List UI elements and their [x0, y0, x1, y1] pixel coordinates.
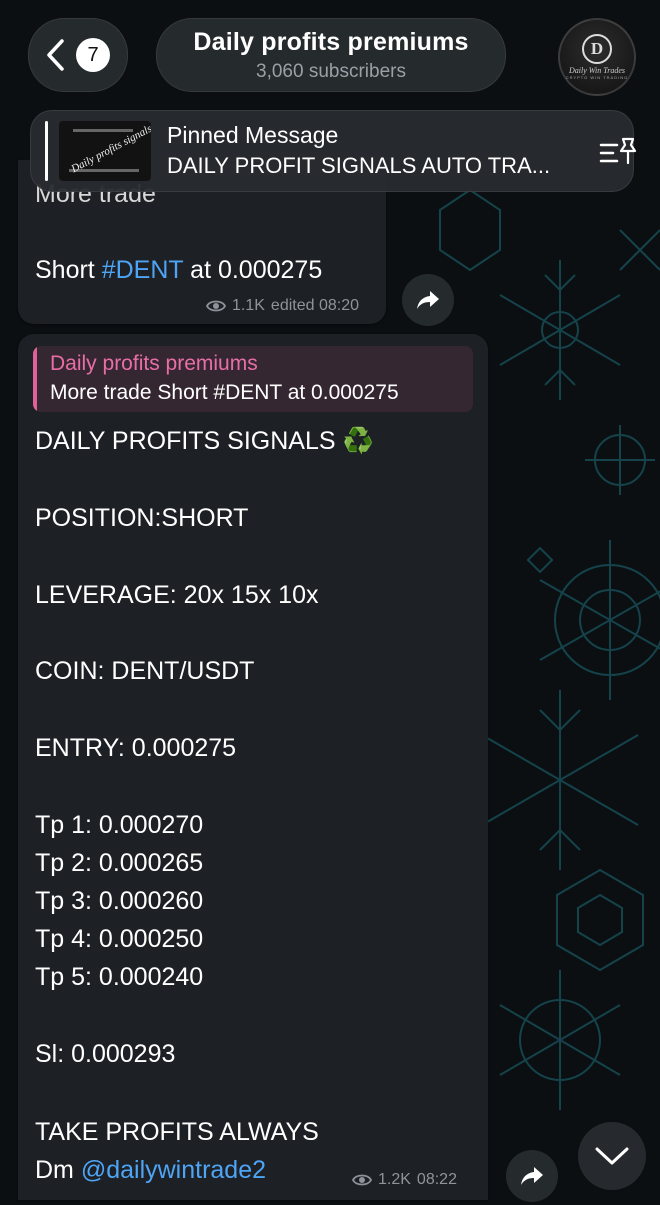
forward-icon	[417, 291, 439, 309]
signal-line: Tp 4: 0.000250	[35, 925, 204, 953]
message-bubble[interactable]: Daily profits premiums More trade Short …	[18, 334, 488, 1200]
signal-line: Tp 2: 0.000265	[35, 849, 204, 877]
scroll-to-bottom-button[interactable]	[578, 1122, 646, 1190]
message-text-prefix: Short	[35, 256, 102, 284]
forward-button[interactable]	[402, 274, 454, 326]
pin-list-icon[interactable]	[599, 135, 639, 169]
pinned-message-bar[interactable]: Daily profits signals Pinned Message DAI…	[30, 110, 637, 192]
signal-line: Tp 1: 0.000270	[35, 811, 204, 839]
signal-line: ENTRY: 0.000275	[35, 734, 237, 762]
channel-avatar[interactable]: D Daily Win Trades CRYPTO WIN TRADING	[558, 18, 636, 96]
eye-icon	[352, 1174, 372, 1186]
pinned-thumbnail: Daily profits signals	[59, 121, 151, 181]
signal-line: TAKE PROFITS ALWAYS	[35, 1118, 319, 1146]
forward-button[interactable]	[506, 1150, 558, 1202]
reply-preview[interactable]: Daily profits premiums More trade Short …	[33, 346, 473, 412]
hashtag-link[interactable]: #DENT	[102, 256, 184, 284]
chevron-down-icon	[595, 1147, 629, 1165]
view-count: 1.2K	[378, 1171, 411, 1188]
message-time: 08:22	[416, 1171, 457, 1188]
subscriber-count: 3,060 subscribers	[256, 60, 406, 82]
signal-line: LEVERAGE: 20x 15x 10x	[35, 581, 319, 609]
message-time: edited 08:20	[270, 297, 359, 314]
avatar-logo-subtext: CRYPTO WIN TRADING	[565, 75, 629, 80]
reply-bar	[33, 346, 37, 412]
message-meta: 1.1K edited 08:20	[206, 297, 359, 315]
reply-sender: Daily profits premiums	[50, 352, 258, 375]
reply-text: More trade Short #DENT at 0.000275	[50, 381, 399, 404]
avatar-logo-text: Daily Win Trades	[568, 66, 625, 75]
message-text: Short #DENT at 0.000275	[35, 256, 322, 285]
forward-icon	[521, 1167, 543, 1185]
chat-header: 7 Daily profits premiums 3,060 subscribe…	[0, 0, 660, 110]
signal-line: POSITION:SHORT	[35, 504, 249, 532]
username-link[interactable]: @dailywintrade2	[81, 1156, 266, 1184]
message-meta: 1.2K 08:22	[352, 1171, 457, 1189]
back-button[interactable]: 7	[28, 18, 128, 92]
signal-line: Tp 3: 0.000260	[35, 887, 204, 915]
signal-line: DAILY PROFITS SIGNALS ♻️	[35, 427, 374, 455]
chevron-left-icon	[47, 39, 64, 71]
signal-line: COIN: DENT/USDT	[35, 657, 255, 685]
pinned-title: Pinned Message	[167, 122, 339, 148]
avatar-letter: D	[582, 34, 612, 64]
message-text-suffix: at 0.000275	[183, 256, 323, 284]
pinned-indicator	[45, 121, 48, 181]
signal-line: Tp 5: 0.000240	[35, 963, 204, 991]
eye-icon	[206, 300, 226, 312]
view-count: 1.1K	[232, 297, 265, 314]
pinned-text: DAILY PROFIT SIGNALS AUTO TRA...	[167, 153, 551, 178]
channel-title-pill[interactable]: Daily profits premiums 3,060 subscribers	[156, 18, 506, 92]
channel-name: Daily profits premiums	[193, 27, 469, 56]
signal-line: Sl: 0.000293	[35, 1040, 176, 1068]
dm-line: Dm @dailywintrade2	[35, 1156, 266, 1185]
dm-prefix: Dm	[35, 1156, 81, 1184]
unread-count-badge: 7	[76, 38, 110, 72]
